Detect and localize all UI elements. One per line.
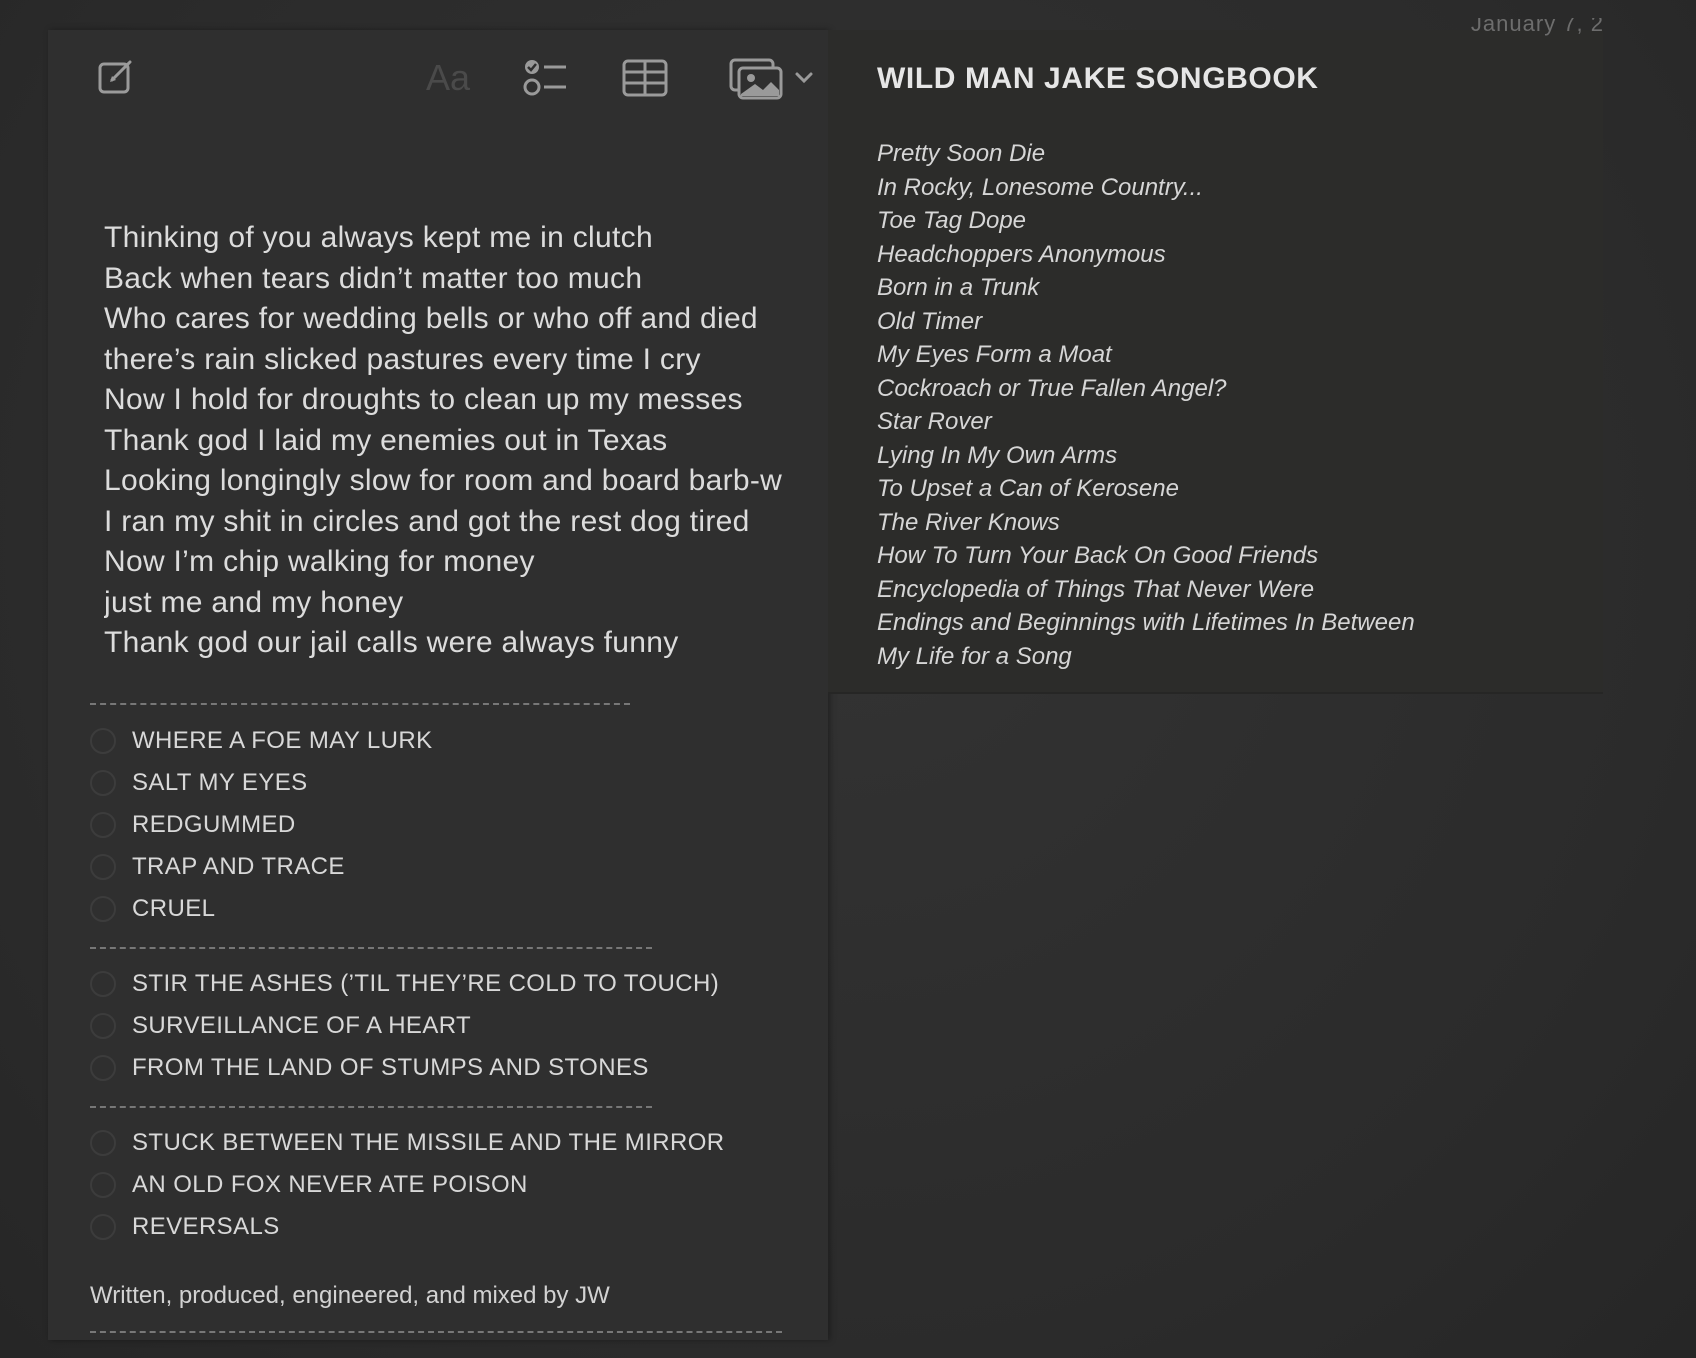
lyric-line: just me and my honey (104, 585, 404, 619)
format-button[interactable]: Aa (418, 56, 478, 100)
checkbox[interactable] (90, 1130, 116, 1156)
checklist-label: REDGUMMED (132, 811, 296, 838)
checkbox[interactable] (90, 896, 116, 922)
song-title: Pretty Soon Die (877, 140, 1046, 167)
lyric-line: I ran my shit in circles and got the res… (104, 504, 750, 538)
song-title: My Eyes Form a Moat (877, 341, 1112, 368)
checklist-item[interactable]: REDGUMMED (90, 804, 433, 846)
song-title: Lying In My Own Arms (877, 441, 1118, 469)
checklist-item[interactable]: FROM THE LAND OF STUMPS AND STONES (90, 1047, 719, 1089)
chevron-down-icon (795, 72, 813, 84)
lyric-line: Back when tears didn’t matter too much (104, 261, 643, 295)
songbook-list: Pretty Soon Die In Rocky, Lonesome Count… (877, 137, 1415, 673)
checklist-item[interactable]: SALT MY EYES (90, 762, 433, 804)
checklist-label: AN OLD FOX NEVER ATE POISON (132, 1171, 528, 1198)
checklist-item[interactable]: AN OLD FOX NEVER ATE POISON (90, 1164, 725, 1206)
divider (90, 703, 630, 705)
checklist-item[interactable]: REVERSALS (90, 1206, 725, 1248)
song-title: To Upset a Can of Kerosene (877, 475, 1179, 502)
lyric-line: Thank god our jail calls were always fun… (104, 626, 679, 659)
checkbox[interactable] (90, 770, 116, 796)
compose-button[interactable] (94, 54, 138, 98)
checkbox[interactable] (90, 1055, 116, 1081)
checkbox[interactable] (90, 728, 116, 754)
note-date: January 7, 2 (1470, 18, 1604, 36)
checklist-group: STUCK BETWEEN THE MISSILE AND THE MIRROR… (90, 1122, 725, 1248)
song-title: Cockroach or True Fallen Angel? (877, 374, 1227, 402)
checklist-label: SALT MY EYES (132, 769, 308, 796)
checklist-label: TRAP AND TRACE (132, 853, 345, 880)
checklist-item[interactable]: STUCK BETWEEN THE MISSILE AND THE MIRROR (90, 1122, 725, 1164)
lyric-line: there’s rain slicked pastures every time… (104, 342, 701, 376)
checklist-label: REVERSALS (132, 1213, 280, 1240)
checklist-item[interactable]: TRAP AND TRACE (90, 846, 433, 888)
lyric-line: Thinking of you always kept me in clutch (104, 221, 653, 254)
checklist-label: FROM THE LAND OF STUMPS AND STONES (132, 1054, 649, 1081)
song-title: How To Turn Your Back On Good Friends (877, 542, 1319, 569)
lyric-line: Who cares for wedding bells or who off a… (104, 302, 758, 335)
songbook-title: WILD MAN JAKE SONGBOOK (877, 62, 1319, 95)
song-title: Endings and Beginnings with Lifetimes In… (877, 609, 1415, 636)
checklist-item[interactable]: CRUEL (90, 888, 433, 930)
song-title: In Rocky, Lonesome Country... (877, 173, 1203, 201)
checklist-icon (523, 60, 566, 96)
song-title: My Life for a Song (877, 642, 1072, 670)
checklist-group: STIR THE ASHES (’TIL THEY’RE COLD TO TOU… (90, 963, 719, 1089)
lyrics-text[interactable]: Thinking of you always kept me in clutch… (104, 218, 824, 664)
credit-line: Written, produced, engineered, and mixed… (90, 1282, 610, 1309)
divider (90, 947, 652, 949)
checklist-label: SURVEILLANCE OF A HEART (132, 1012, 472, 1039)
checklist-item[interactable]: SURVEILLANCE OF A HEART (90, 1005, 719, 1047)
checklist-label: CRUEL (132, 895, 216, 922)
checkbox[interactable] (90, 971, 116, 997)
photo-icon (729, 58, 783, 100)
lyric-line: Now I’m chip walking for money (104, 545, 535, 578)
checkbox[interactable] (90, 812, 116, 838)
song-title: Old Timer (877, 307, 983, 335)
song-title: Headchoppers Anonymous (877, 240, 1166, 268)
song-title: The River Knows (877, 508, 1060, 536)
lyric-line: Now I hold for droughts to clean up my m… (104, 383, 743, 416)
screen: January 7, 2 Aa Thinking of you always k… (0, 0, 1696, 1358)
checkbox[interactable] (90, 854, 116, 880)
compose-icon (98, 60, 132, 94)
checklist-item[interactable]: STIR THE ASHES (’TIL THEY’RE COLD TO TOU… (90, 963, 719, 1005)
song-title: Star Rover (877, 408, 992, 435)
song-title: Encyclopedia of Things That Never Were (877, 575, 1315, 603)
checklist-item[interactable]: WHERE A FOE MAY LURK (90, 720, 433, 762)
song-title: Born in a Trunk (877, 274, 1040, 301)
table-button[interactable] (620, 56, 670, 100)
divider (90, 1331, 782, 1333)
lyric-line: Looking longingly slow for room and boar… (104, 464, 783, 497)
table-icon (622, 59, 668, 97)
checklist-label: STIR THE ASHES (’TIL THEY’RE COLD TO TOU… (132, 970, 720, 997)
song-title: Toe Tag Dope (877, 207, 1027, 234)
checkbox[interactable] (90, 1172, 116, 1198)
checkbox[interactable] (90, 1214, 116, 1240)
checklist-label: STUCK BETWEEN THE MISSILE AND THE MIRROR (132, 1129, 725, 1156)
checkbox[interactable] (90, 1013, 116, 1039)
checklist-group: WHERE A FOE MAY LURK SALT MY EYES REDGUM… (90, 720, 433, 930)
media-menu-chevron[interactable] (790, 64, 818, 92)
media-button[interactable] (726, 56, 786, 100)
checklist-button[interactable] (520, 56, 572, 100)
lyric-line: Thank god I laid my enemies out in Texas (104, 423, 668, 457)
divider (90, 1106, 652, 1108)
checklist-label: WHERE A FOE MAY LURK (132, 727, 433, 754)
format-label: Aa (425, 57, 471, 98)
